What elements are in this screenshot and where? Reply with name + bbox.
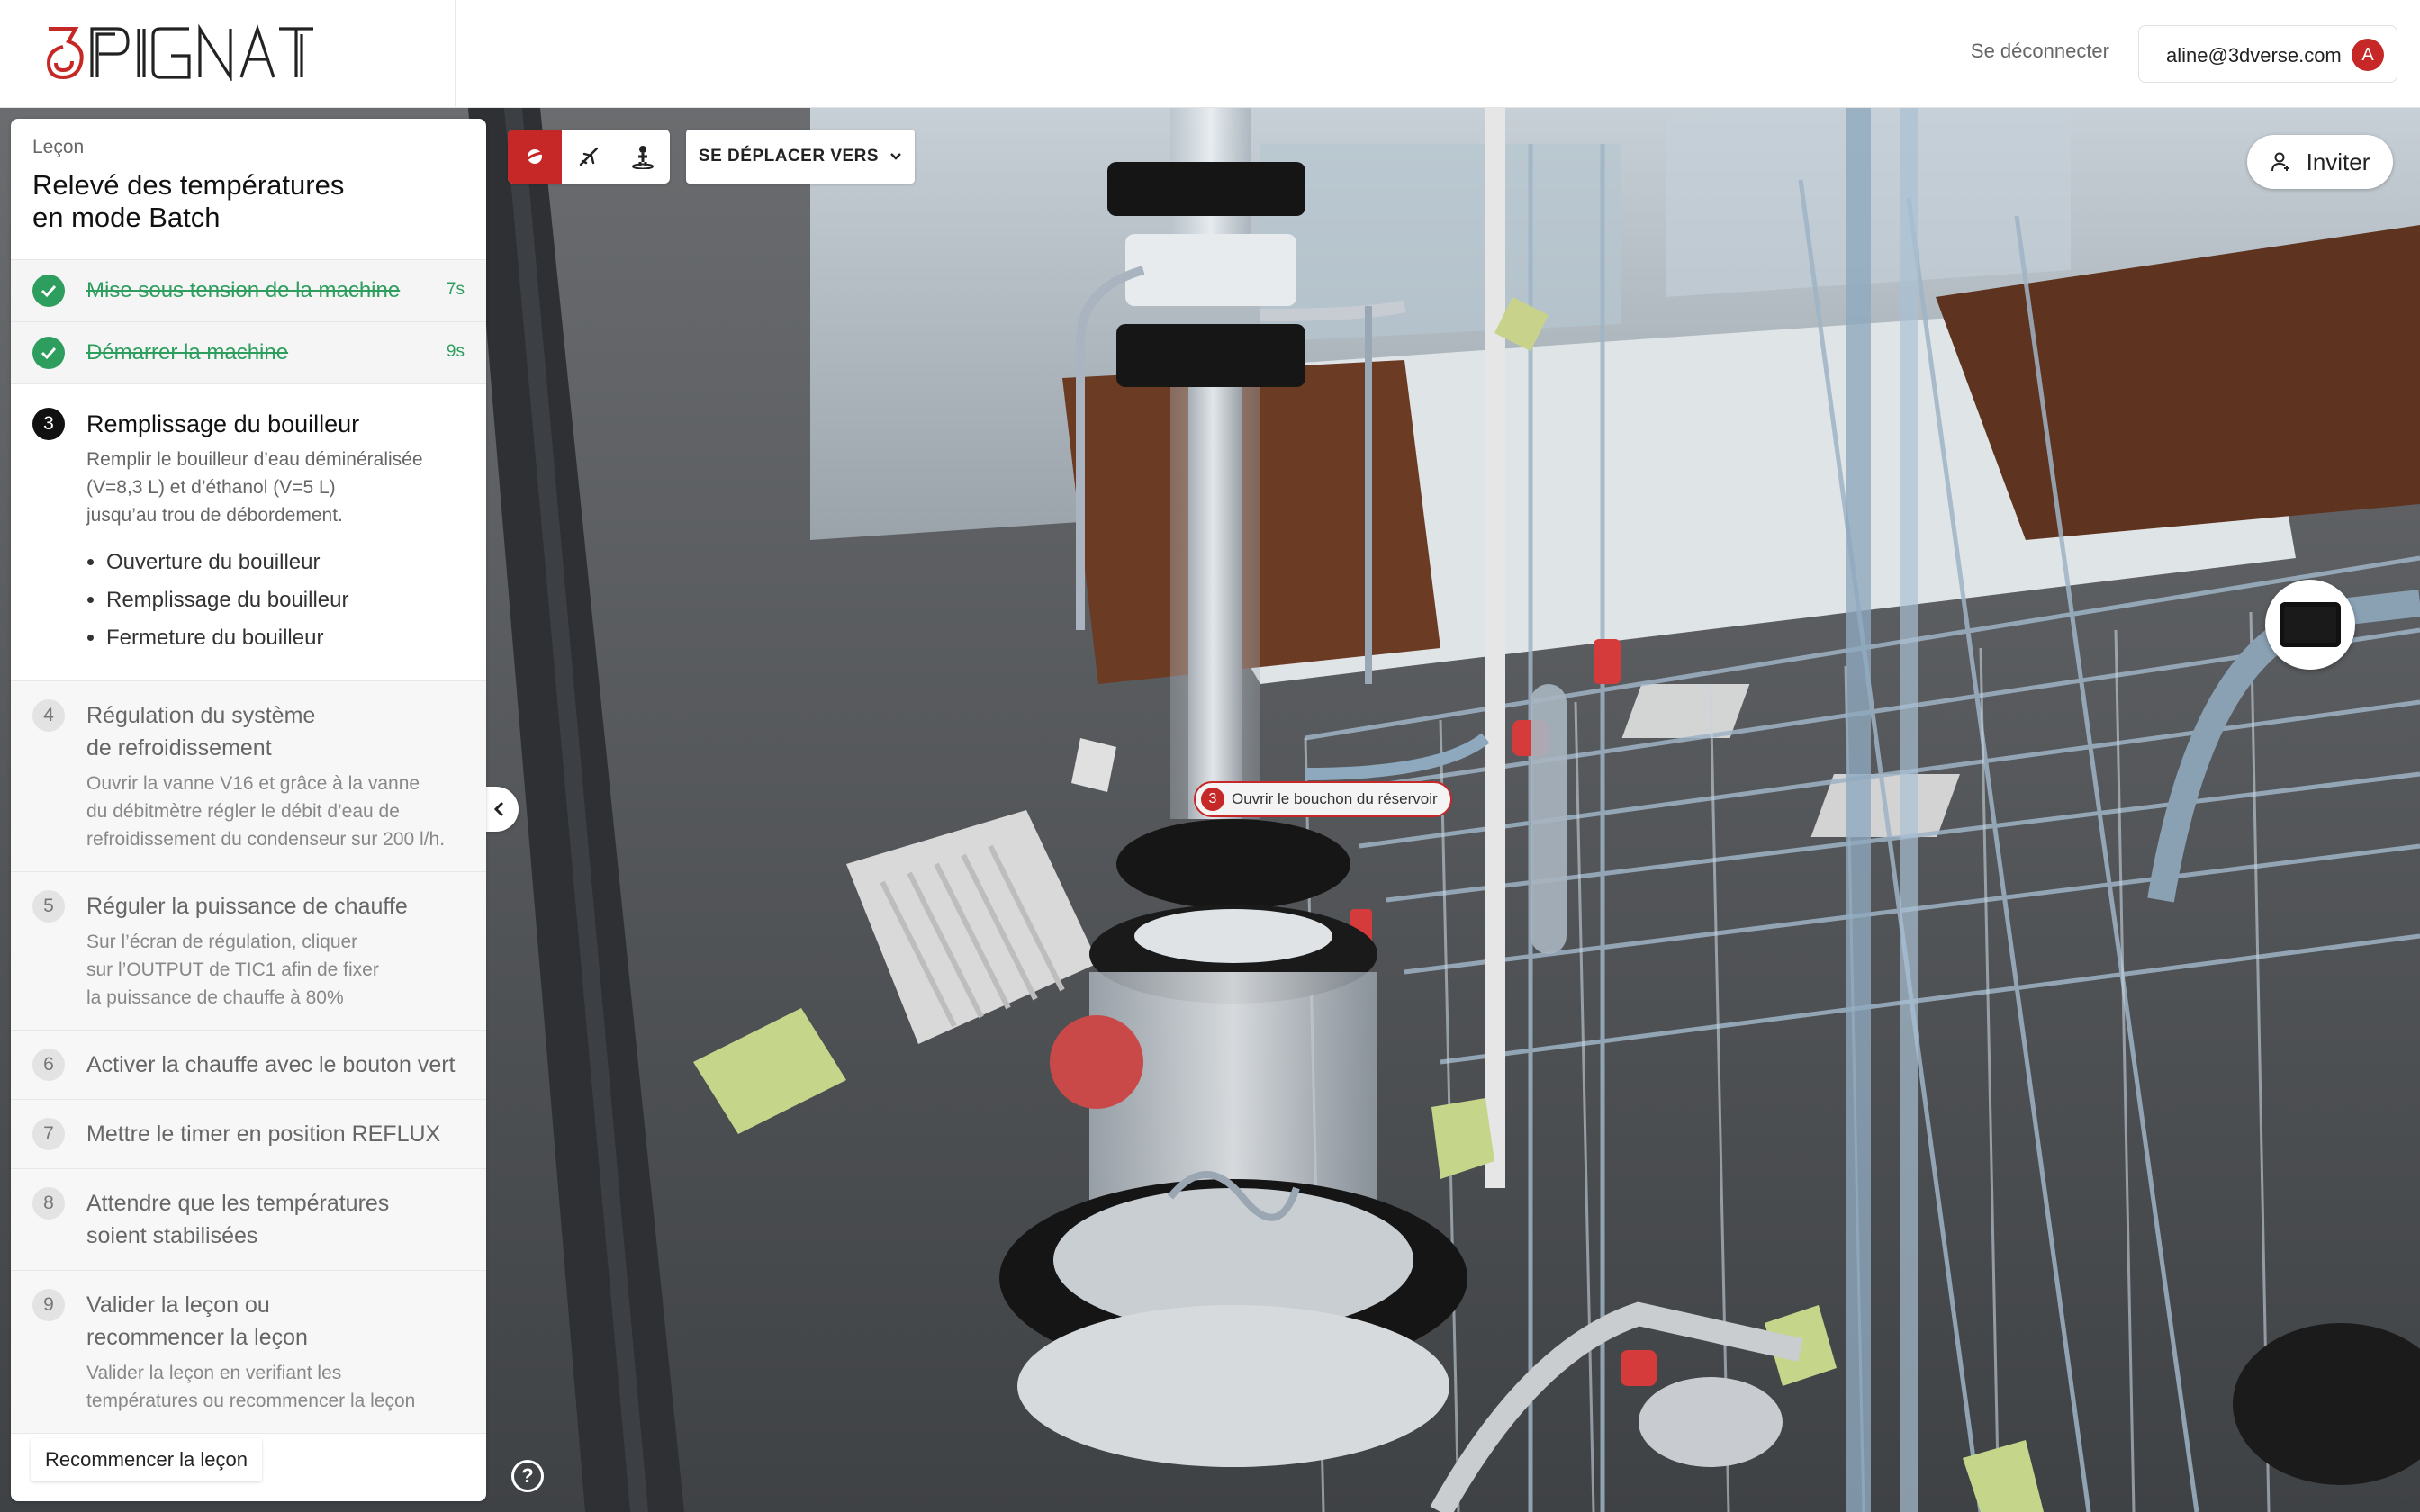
step-title: Régulation du système de refroidissement <box>86 703 316 760</box>
step-number: 6 <box>32 1048 65 1081</box>
step-title: Démarrer la machine <box>86 340 289 364</box>
lesson-step-3[interactable]: 3 Remplissage du bouilleur Remplir le bo… <box>11 384 486 681</box>
check-icon <box>32 274 65 307</box>
step-number: 5 <box>32 890 65 922</box>
step-number: 4 <box>32 699 65 732</box>
app-header: Se déconnecter aline@3dverse.com A <box>0 0 2420 108</box>
step-number: 9 <box>32 1289 65 1321</box>
help-button[interactable]: ? <box>511 1460 544 1492</box>
lesson-step-6[interactable]: 6 Activer la chauffe avec le bouton vert <box>11 1030 486 1100</box>
add-user-icon <box>2271 152 2289 172</box>
restart-lesson-button[interactable]: Recommencer la leçon <box>31 1438 262 1481</box>
step-description: Sur l’écran de régulation, cliquer sur l… <box>86 932 379 1008</box>
step-title: Activer la chauffe avec le bouton vert <box>86 1052 456 1077</box>
substep-item[interactable]: Remplissage du bouilleur <box>106 581 465 619</box>
step-description: Ouvrir la vanne V16 et grâce à la vanne … <box>86 773 446 850</box>
lesson-step-2[interactable]: Démarrer la machine 9s <box>11 322 486 384</box>
step-description: Valider la leçon en verifiant les tempér… <box>86 1363 416 1411</box>
substep-list: Ouverture du bouilleur Remplissage du bo… <box>86 544 465 657</box>
walk-icon <box>632 146 654 169</box>
screen-icon <box>2280 602 2341 647</box>
substep-item[interactable]: Fermeture du bouilleur <box>106 619 465 657</box>
orbit-icon <box>525 149 545 164</box>
move-to-label: SE DÉPLACER VERS <box>698 147 880 166</box>
fly-mode-button[interactable] <box>562 130 616 184</box>
step-description: Remplir le bouilleur d’eau déminéralisée… <box>86 449 423 526</box>
step-title: Attendre que les températures soient sta… <box>86 1191 390 1248</box>
lesson-step-8[interactable]: 8 Attendre que les températures soient s… <box>11 1169 486 1271</box>
lesson-step-5[interactable]: 5 Réguler la puissance de chauffe Sur l’… <box>11 872 486 1030</box>
lesson-header: Leçon Relevé des températures en mode Ba… <box>11 119 486 260</box>
walk-mode-button[interactable] <box>616 130 670 184</box>
lesson-step-7[interactable]: 7 Mettre le timer en position REFLUX <box>11 1100 486 1169</box>
step-title: Mettre le timer en position REFLUX <box>86 1121 441 1147</box>
scene-annotation[interactable]: 3 Ouvrir le bouchon du réservoir <box>1194 781 1452 817</box>
step-title: Mise sous tension de la machine <box>86 278 401 302</box>
lesson-panel: Leçon Relevé des températures en mode Ba… <box>11 119 486 1501</box>
step-duration: 9s <box>446 342 465 361</box>
logo-area <box>0 0 456 108</box>
user-menu[interactable]: aline@3dverse.com A <box>2138 25 2397 83</box>
pignat-logo[interactable] <box>45 23 315 81</box>
step-number: 7 <box>32 1118 65 1150</box>
orbit-mode-button[interactable] <box>508 130 562 184</box>
logout-link[interactable]: Se déconnecter <box>1971 40 2109 63</box>
screen-share-button[interactable] <box>2265 580 2355 670</box>
step-number: 8 <box>32 1187 65 1220</box>
lesson-step-9[interactable]: 9 Valider la leçon ou recommencer la leç… <box>11 1271 486 1434</box>
check-icon <box>32 337 65 369</box>
step-title: Réguler la puissance de chauffe <box>86 894 408 919</box>
move-to-dropdown[interactable]: SE DÉPLACER VERS <box>686 130 915 184</box>
step-duration: 7s <box>446 280 465 299</box>
lesson-title: Relevé des températures en mode Batch <box>32 169 345 233</box>
user-email: aline@3dverse.com <box>2166 44 2342 67</box>
avatar: A <box>2352 39 2384 71</box>
annotation-label: Ouvrir le bouchon du réservoir <box>1232 790 1438 807</box>
fly-icon <box>579 147 599 166</box>
invite-button[interactable]: Inviter <box>2247 135 2393 189</box>
step-title: Valider la leçon ou recommencer la leçon <box>86 1292 308 1350</box>
substep-item[interactable]: Ouverture du bouilleur <box>106 544 465 581</box>
lesson-step-4[interactable]: 4 Régulation du système de refroidisseme… <box>11 681 486 872</box>
annotation-number: 3 <box>1201 788 1224 811</box>
lesson-kicker: Leçon <box>32 137 85 158</box>
step-title: Remplissage du bouilleur <box>86 410 360 437</box>
navigation-mode-toolbar <box>508 130 670 184</box>
chevron-down-icon <box>890 153 901 160</box>
step-number: 3 <box>32 408 65 440</box>
chevron-left-icon <box>493 801 504 817</box>
help-icon: ? <box>521 1464 534 1487</box>
invite-label: Inviter <box>2306 148 2370 176</box>
lesson-step-1[interactable]: Mise sous tension de la machine 7s <box>11 260 486 322</box>
